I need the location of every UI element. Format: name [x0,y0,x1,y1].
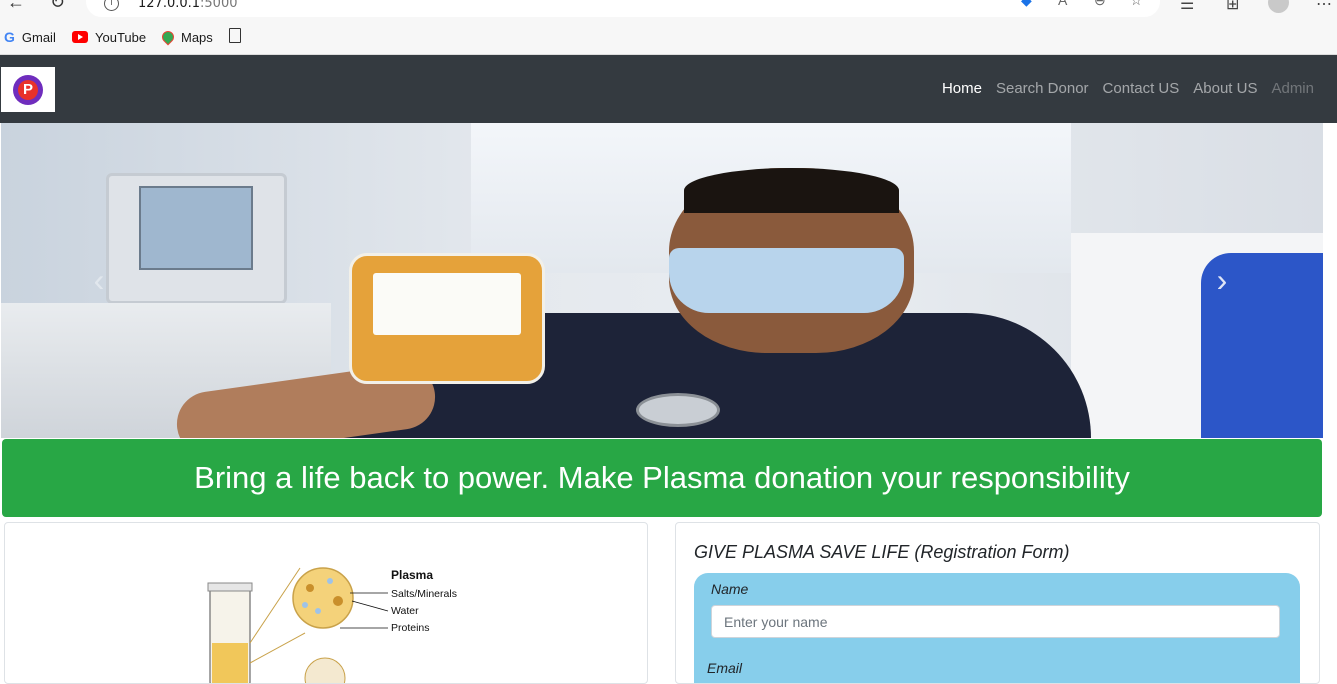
nav-about-us[interactable]: About US [1193,80,1257,97]
nav-admin: Admin [1271,80,1314,97]
particle [306,584,314,592]
brand-logo[interactable]: P [1,67,55,112]
bookmark-label: Gmail [21,29,56,45]
bookmark-label: Maps [181,29,213,45]
read-aloud-icon[interactable]: A [1058,0,1067,8]
nav-links: Home Search Donor Contact US About US Ad… [942,80,1314,97]
favorites-icon[interactable]: ☰ [1180,0,1194,14]
registration-card: GIVE PLASMA SAVE LIFE (Registration Form… [675,522,1320,684]
particle [315,608,321,614]
hero-carousel: ‹ › [1,123,1323,438]
hero-photo-face-mask [669,248,904,313]
browser-toolbar: ← ↻ i 127.0.0.1:5000 ◆ A ⊖ ☆ ☰ ⊞ ⋯ [0,0,1337,20]
diagram-title: Plasma [391,568,433,582]
info-icon[interactable]: i [104,0,119,11]
plasma-layer [212,643,248,683]
bookmark-gmail[interactable]: G Gmail [4,28,56,46]
test-tube-rim [207,582,253,592]
hero-photo-donor-hair [684,168,899,213]
back-arrow-icon[interactable]: ← [7,0,25,12]
zoom-line [249,632,306,664]
plasma-diagram: Plasma Salts/Minerals Water Proteins [207,567,457,683]
google-icon: G [4,29,15,45]
particle [333,596,343,606]
tagline-text: Bring a life back to power. Make Plasma … [194,460,1130,495]
diagram-label-water: Water [391,605,419,617]
nav-contact-us[interactable]: Contact US [1103,80,1180,97]
name-input[interactable] [711,605,1280,638]
diagram-label-salts: Salts/Minerals [391,588,457,600]
carousel-next-button[interactable]: › [1186,123,1258,438]
site-navbar: P Home Search Donor Contact US About US … [0,55,1337,123]
refresh-icon[interactable]: ↻ [50,0,65,12]
plasma-info-card: Plasma Salts/Minerals Water Proteins [4,522,648,684]
nav-home[interactable]: Home [942,80,982,97]
hero-photo-bag-label [373,273,521,335]
collections-icon[interactable]: ⊞ [1226,0,1239,14]
carousel-prev-button[interactable]: ‹ [63,123,135,438]
more-options-icon[interactable]: ⋯ [1316,0,1332,14]
chevron-left-icon: ‹ [93,262,105,298]
youtube-icon [72,31,88,43]
hero-photo-watch [636,393,720,427]
bookmark-maps[interactable]: Maps [159,28,213,46]
name-label: Name [711,581,749,597]
pointer-line [351,600,389,612]
url-port: :5000 [200,0,238,11]
url-text[interactable]: 127.0.0.1:5000 [138,0,238,11]
bookmark-label: YouTube [95,29,147,45]
registration-form: Name Email [694,573,1300,683]
profile-avatar[interactable] [1268,0,1289,13]
nav-search-donor[interactable]: Search Donor [996,80,1089,97]
zoom-out-icon[interactable]: ⊖ [1094,0,1106,9]
bookmark-youtube[interactable]: YouTube [72,28,146,46]
chevron-right-icon: › [1216,262,1228,298]
url-host: 127.0.0.1 [138,0,201,11]
tagline-banner: Bring a life back to power. Make Plasma … [2,439,1322,517]
address-bar[interactable]: i 127.0.0.1:5000 ◆ A ⊖ ☆ [86,0,1160,17]
logo-letter: P [18,79,38,100]
maps-icon [159,28,177,46]
logo-icon: P [13,74,43,105]
plasma-zoom-circle [292,567,354,629]
add-favorite-icon[interactable]: ☆ [1130,0,1143,9]
zoom-line [249,567,301,644]
extension-icon[interactable]: ◆ [1021,0,1032,9]
particle [302,602,308,608]
form-title: GIVE PLASMA SAVE LIFE (Registration Form… [694,542,1070,562]
page-icon[interactable] [229,28,241,43]
hero-photo-monitor-screen [139,186,253,270]
particle [327,578,333,584]
email-label: Email [707,660,743,676]
diagram-label-proteins: Proteins [391,622,430,634]
bookmarks-bar: G Gmail YouTube Maps [0,20,1337,55]
